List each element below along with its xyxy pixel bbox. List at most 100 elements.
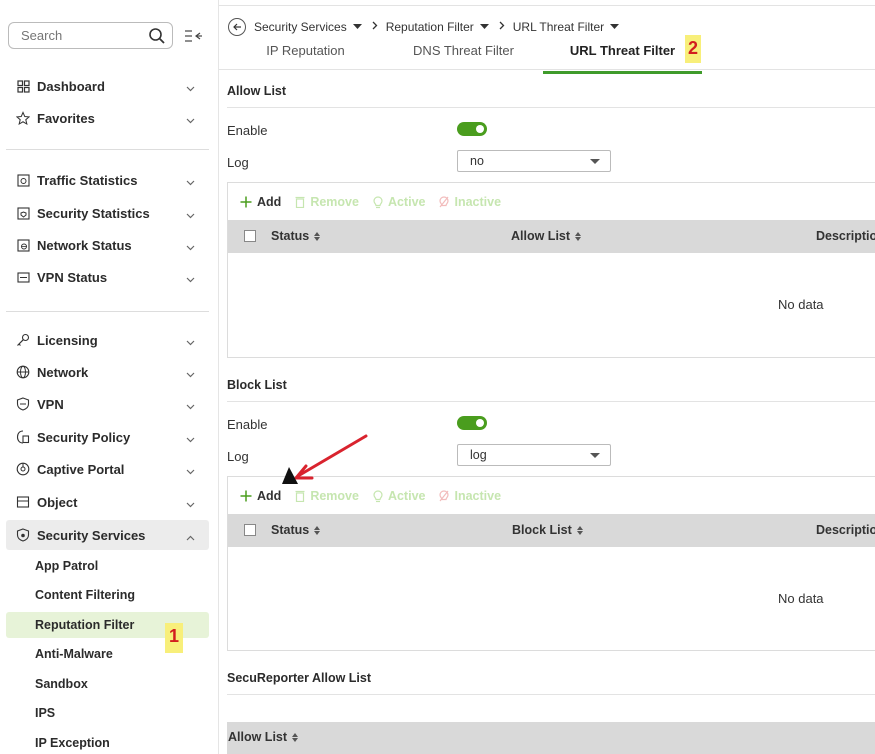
allow-list-empty-text: No data: [778, 297, 824, 312]
allow-remove-button[interactable]: Remove: [295, 195, 359, 209]
column-label: Status: [271, 229, 310, 243]
sidebar-item-vpn-status[interactable]: VPN Status: [0, 262, 209, 292]
column-description[interactable]: Descriptio: [816, 229, 875, 243]
sidebar-subitem-sandbox[interactable]: Sandbox: [6, 671, 209, 697]
inactive-label: Inactive: [454, 195, 502, 209]
chevron-down-icon: [186, 334, 195, 349]
sidebar-subitem-label: Content Filtering: [35, 588, 135, 602]
sort-icon: [576, 525, 583, 535]
column-status[interactable]: Status: [271, 523, 321, 537]
breadcrumb: Security Services Reputation Filter URL …: [228, 17, 629, 37]
column-allow-list[interactable]: Allow List: [511, 229, 582, 243]
allow-log-select[interactable]: no: [457, 150, 611, 172]
sidebar-item-security-policy[interactable]: Security Policy: [0, 422, 209, 452]
sidebar-subitem-app-patrol[interactable]: App Patrol: [6, 553, 209, 579]
annotation-badge-2: 2: [685, 35, 701, 63]
remove-label: Remove: [310, 195, 359, 209]
lightbulb-off-icon: [439, 489, 450, 503]
sidebar-item-licensing[interactable]: Licensing: [0, 325, 209, 355]
search-icon[interactable]: [148, 27, 166, 48]
vpn-status-icon: [16, 270, 30, 284]
trash-icon: [295, 490, 305, 502]
toggle-knob: [476, 419, 484, 427]
chevron-down-icon: [186, 398, 195, 413]
allow-list-toolbar: Add Remove Active Inactive: [240, 195, 515, 209]
chevron-down-icon: [186, 174, 195, 189]
column-allow-list[interactable]: Allow List: [228, 730, 299, 744]
column-block-list[interactable]: Block List: [512, 523, 583, 537]
chevron-down-icon: [186, 463, 195, 478]
sidebar-item-security-services[interactable]: Security Services: [6, 520, 209, 550]
allow-add-button[interactable]: Add: [240, 195, 281, 209]
tab-dns-threat-filter[interactable]: DNS Threat Filter: [392, 43, 535, 69]
object-icon: [16, 495, 30, 509]
breadcrumb-security-services[interactable]: Security Services: [254, 20, 347, 34]
sidebar-subitem-ip-exception[interactable]: IP Exception: [6, 730, 209, 754]
caret-down-icon[interactable]: [352, 24, 362, 30]
sidebar-item-object[interactable]: Object: [0, 487, 209, 517]
sidebar-item-network[interactable]: Network: [0, 357, 209, 387]
block-inactive-button[interactable]: Inactive: [439, 489, 501, 503]
allow-list-panel: Add Remove Active Inactive Status Allow …: [227, 182, 875, 358]
sidebar-item-traffic-statistics[interactable]: Traffic Statistics: [0, 165, 209, 195]
search-input[interactable]: [9, 23, 139, 48]
sidebar-item-favorites[interactable]: Favorites: [0, 103, 209, 133]
add-label: Add: [257, 489, 282, 503]
block-active-button[interactable]: Active: [373, 489, 426, 503]
plus-icon: [240, 490, 252, 502]
sidebar-item-dashboard[interactable]: Dashboard: [0, 71, 209, 101]
column-description[interactable]: Descriptio: [816, 523, 875, 537]
sidebar-subitem-label: IPS: [35, 706, 56, 720]
sidebar-subitem-content-filtering[interactable]: Content Filtering: [6, 582, 209, 608]
block-remove-button[interactable]: Remove: [295, 489, 359, 503]
sidebar-item-security-statistics[interactable]: Security Statistics: [0, 198, 209, 228]
lightbulb-icon: [373, 195, 383, 209]
column-status[interactable]: Status: [271, 229, 321, 243]
sidebar-subitem-label: Anti-Malware: [35, 647, 113, 661]
allow-active-button[interactable]: Active: [373, 195, 425, 209]
security-statistics-icon: [16, 206, 30, 220]
allow-list-section-title: Allow List: [227, 84, 287, 98]
collapse-menu-icon[interactable]: [183, 27, 203, 45]
top-strip: [219, 0, 875, 6]
block-list-toolbar: Add Remove Active Inactive: [240, 489, 515, 503]
chevron-down-icon: [186, 207, 195, 222]
lightbulb-icon: [373, 489, 383, 503]
chevron-down-icon: [186, 366, 195, 381]
add-label: Add: [257, 195, 282, 209]
tab-url-threat-filter[interactable]: URL Threat Filter: [543, 43, 702, 74]
breadcrumb-reputation-filter[interactable]: Reputation Filter: [386, 20, 474, 34]
tab-ip-reputation[interactable]: IP Reputation: [234, 43, 377, 69]
block-enable-label: Enable: [227, 417, 268, 432]
block-log-value: log: [470, 448, 487, 462]
sort-icon: [314, 525, 321, 535]
block-log-select[interactable]: log: [457, 444, 611, 466]
sidebar-subitem-ips[interactable]: IPS: [6, 700, 209, 726]
caret-down-icon[interactable]: [610, 24, 620, 30]
allow-enable-toggle[interactable]: [457, 122, 487, 136]
column-label: Allow List: [511, 229, 571, 243]
inactive-label: Inactive: [454, 489, 502, 503]
active-label: Active: [387, 489, 426, 503]
block-add-button[interactable]: Add: [240, 489, 281, 503]
sidebar-item-captive-portal[interactable]: Captive Portal: [0, 454, 209, 484]
breadcrumb-url-threat-filter[interactable]: URL Threat Filter: [513, 20, 604, 34]
sidebar-item-label: Security Statistics: [37, 205, 150, 221]
main-content: Security Services Reputation Filter URL …: [219, 0, 875, 754]
sidebar-item-label: Dashboard: [37, 78, 105, 94]
sidebar-item-vpn[interactable]: VPN: [0, 389, 209, 419]
caret-down-icon[interactable]: [479, 24, 489, 30]
sort-icon: [314, 231, 321, 241]
sidebar-item-network-status[interactable]: Network Status: [0, 230, 209, 260]
column-label: Block List: [512, 523, 572, 537]
block-enable-toggle[interactable]: [457, 416, 487, 430]
trash-icon: [295, 196, 305, 208]
select-all-checkbox[interactable]: [244, 230, 256, 242]
allow-inactive-button[interactable]: Inactive: [439, 195, 501, 209]
select-all-checkbox[interactable]: [244, 524, 256, 536]
allow-log-value: no: [470, 154, 484, 168]
column-label: Allow List: [228, 730, 288, 744]
search-box[interactable]: [8, 22, 173, 49]
divider: [6, 149, 209, 150]
back-arrow-icon[interactable]: [228, 18, 246, 36]
